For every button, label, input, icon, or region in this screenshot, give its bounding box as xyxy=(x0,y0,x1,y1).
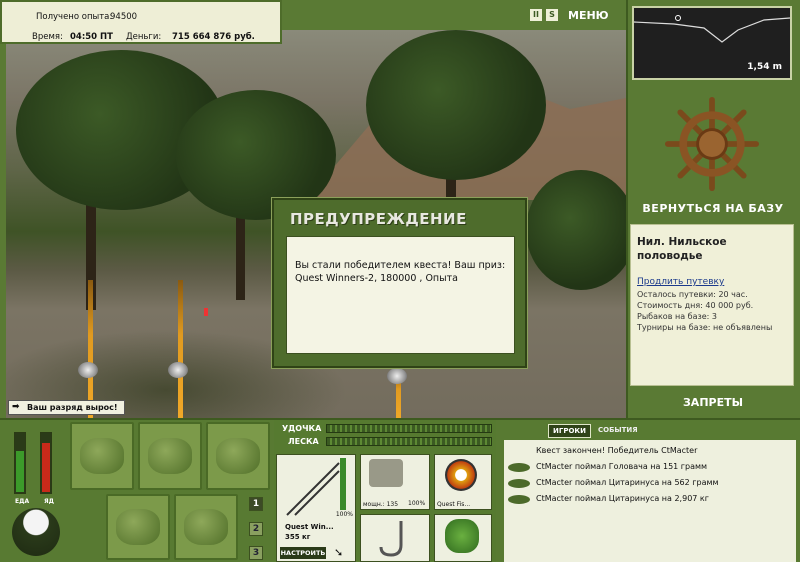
list-item: Квест закончен! Победитель CtMacter xyxy=(504,444,796,458)
anglers-count: Рыбаков на базе: 3 xyxy=(637,312,717,321)
hook-slot[interactable] xyxy=(360,514,430,562)
pot-icon[interactable] xyxy=(12,508,60,556)
menu-button[interactable]: МЕНЮ xyxy=(568,9,609,22)
palm-crown xyxy=(366,30,546,180)
rod-condition-bar xyxy=(340,458,346,510)
reel-icon xyxy=(387,368,407,384)
bait-slot[interactable] xyxy=(434,514,492,562)
event-text: Квест закончен! Победитель CtMacter xyxy=(536,446,698,455)
top-controls: II S МЕНЮ xyxy=(530,6,609,24)
exp-value: 94500 xyxy=(110,12,138,22)
day-cost: Стоимость дня: 40 000 руб. xyxy=(637,301,754,310)
inventory-slot-4[interactable] xyxy=(106,494,170,560)
dialog-title: ПРЕДУПРЕЖДЕНИЕ xyxy=(290,210,467,228)
fish-icon xyxy=(508,463,530,472)
pause-icon[interactable]: II xyxy=(530,9,542,21)
wooden-bucket-icon xyxy=(184,509,228,545)
backpack-icon xyxy=(80,438,124,474)
inventory-slot-1[interactable] xyxy=(70,422,134,490)
line-meter xyxy=(326,437,492,446)
arrow-right-icon: ➡ xyxy=(12,402,20,412)
rank-up-notice[interactable]: ➡ Ваш разряд вырос! xyxy=(8,400,125,415)
ship-wheel-icon[interactable] xyxy=(664,96,760,192)
rod-icon xyxy=(286,462,340,516)
events-tabs: ИГРОКИ СОБЫТИЯ xyxy=(548,424,642,438)
list-item: CtMacter поймал Цитаринуса на 562 грамм xyxy=(504,476,796,490)
tab-events[interactable]: СОБЫТИЯ xyxy=(594,424,642,438)
events-list: Квест закончен! Победитель CtMacter CtMa… xyxy=(504,440,796,562)
rank-up-text: Ваш разряд вырос! xyxy=(27,403,118,412)
food-label: ЕДА xyxy=(15,498,30,505)
setup-button[interactable]: НАСТРОИТЬ xyxy=(280,547,326,559)
rod-meter xyxy=(326,424,492,433)
page-2-button[interactable]: 2 xyxy=(249,522,263,536)
tournaments: Турниры на базе: не объявлены xyxy=(637,323,773,332)
location-info: Нил. Нильское половодье Продлить путевку… xyxy=(630,224,794,386)
player-info-panel: Получено опыта: 94500 Время: 04:50 ПТ Де… xyxy=(0,0,282,44)
inventory-slot-5[interactable] xyxy=(174,494,238,560)
line-label: ЛЕСКА xyxy=(288,437,319,446)
arrow-diagonal-icon: ➘ xyxy=(334,546,344,559)
fishing-rod-1[interactable] xyxy=(88,280,93,418)
fish-icon xyxy=(508,495,530,504)
money-label: Деньги: xyxy=(126,32,162,42)
bush xyxy=(526,170,626,290)
page-1-button[interactable]: 1 xyxy=(249,497,263,511)
reel-percent: 100% xyxy=(408,500,426,507)
greens-bait-icon xyxy=(445,519,479,553)
fish-icon xyxy=(508,479,530,488)
line-spool-icon xyxy=(445,459,477,491)
pass-remaining: Осталось путевки: 20 час. xyxy=(637,290,748,299)
event-text: CtMacter поймал Цитаринуса на 562 грамм xyxy=(536,478,719,487)
money-value: 715 664 876 руб. xyxy=(172,32,255,42)
depth-map: 1,54 m xyxy=(632,6,792,80)
warning-dialog[interactable]: ПРЕДУПРЕЖДЕНИЕ Вы стали победителем квес… xyxy=(272,198,527,368)
rod-label: УДОЧКА xyxy=(282,424,322,433)
event-text: CtMacter поймал Головача на 151 грамм xyxy=(536,462,708,471)
time-label: Время: xyxy=(32,32,63,42)
rod-percent: 100% xyxy=(335,511,353,518)
s-icon[interactable]: S xyxy=(546,9,558,21)
exp-label: Получено опыта: xyxy=(36,12,113,22)
line-name: Quest Fis... xyxy=(437,501,471,508)
reel-icon xyxy=(78,362,98,378)
dialog-message: Вы стали победителем квеста! Ваш приз: Q… xyxy=(286,236,515,354)
fishing-rod-2[interactable] xyxy=(178,280,183,418)
inventory-slot-3[interactable] xyxy=(206,422,270,490)
tab-players[interactable]: ИГРОКИ xyxy=(548,424,591,438)
float-icon[interactable] xyxy=(204,308,208,316)
list-item: CtMacter поймал Головача на 151 грамм xyxy=(504,460,796,474)
location-name: Нил. Нильское половодье xyxy=(637,236,727,262)
food-bar xyxy=(14,432,26,494)
event-text: CtMacter поймал Цитаринуса на 2,907 кг xyxy=(536,494,709,503)
time-value: 04:50 ПТ xyxy=(70,32,113,42)
rod-weight: 355 кг xyxy=(285,533,311,541)
sack-icon xyxy=(148,438,192,474)
vegetable-basket-icon xyxy=(116,509,160,545)
return-to-base-button[interactable]: ВЕРНУТЬСЯ НА БАЗУ xyxy=(630,202,796,215)
inventory-slot-2[interactable] xyxy=(138,422,202,490)
list-item: CtMacter поймал Цитаринуса на 2,907 кг xyxy=(504,492,796,506)
depth-value: 1,54 m xyxy=(747,62,782,72)
bans-button[interactable]: ЗАПРЕТЫ xyxy=(630,396,796,409)
page-3-button[interactable]: 3 xyxy=(249,546,263,560)
poison-label: ЯД xyxy=(44,498,54,505)
extend-pass-link[interactable]: Продлить путевку xyxy=(637,277,787,287)
hook-icon xyxy=(379,521,403,557)
reel-icon xyxy=(369,459,403,487)
line-slot[interactable]: Quest Fis... xyxy=(434,454,492,510)
rod-name: Quest Win... xyxy=(285,523,334,531)
reel-icon xyxy=(168,362,188,378)
stick-icon xyxy=(216,438,260,474)
poison-bar xyxy=(40,432,52,494)
